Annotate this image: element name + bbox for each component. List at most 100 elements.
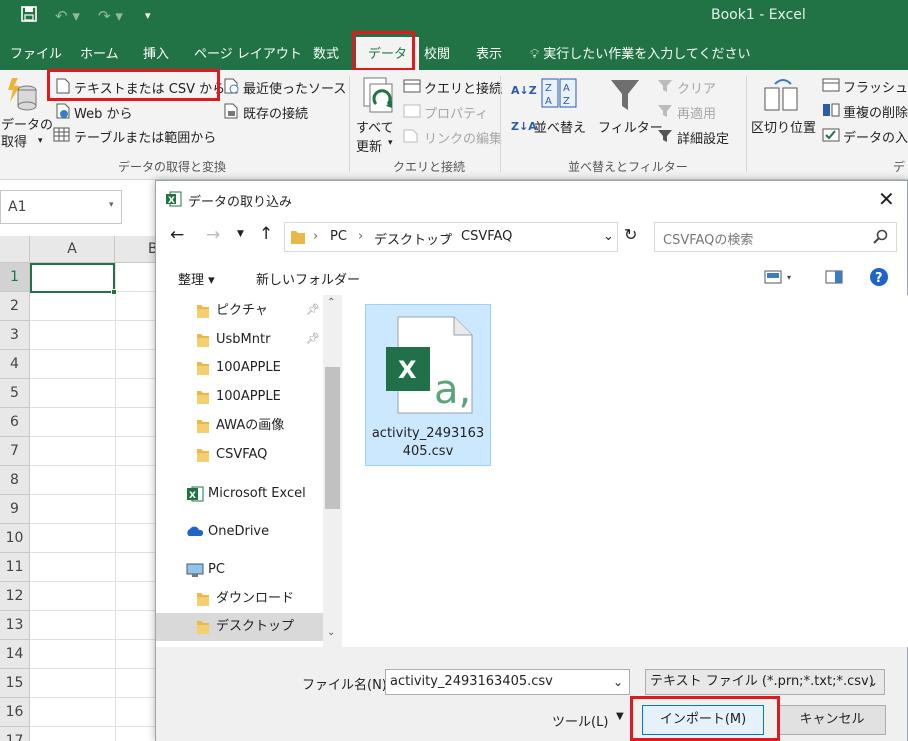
nav-item[interactable]: X Microsoft Excel	[156, 480, 323, 508]
filetype-dropdown-icon[interactable]: ⌄	[868, 670, 878, 694]
sort-ascending-button[interactable]: A↓Z	[511, 84, 537, 97]
row-header[interactable]: 2	[0, 292, 30, 321]
tell-me-box[interactable]: 💡︎ 実行したい作業を入力してください	[530, 43, 750, 62]
remove-duplicates-button[interactable]: 重複の削除	[843, 102, 908, 121]
row-header[interactable]: 8	[0, 466, 30, 495]
row-header[interactable]: 16	[0, 698, 30, 727]
get-data-button[interactable]: データの 取得	[1, 117, 53, 151]
reapply-button[interactable]: 再適用	[677, 103, 716, 122]
tab-file[interactable]: ファイル	[10, 43, 62, 62]
row-header[interactable]: 17	[0, 727, 30, 741]
nav-item[interactable]: ダウンロード	[156, 585, 323, 613]
clear-button[interactable]: クリア	[677, 78, 716, 97]
row-header[interactable]: 9	[0, 495, 30, 524]
scroll-down-icon[interactable]: ⌄	[327, 627, 335, 638]
scroll-up-icon[interactable]: ⌃	[327, 297, 335, 308]
row-header[interactable]: 15	[0, 669, 30, 698]
close-icon[interactable]: ✕	[878, 187, 895, 211]
row-header[interactable]: 7	[0, 437, 30, 466]
nav-item[interactable]: OneDrive	[156, 518, 323, 546]
fill-handle[interactable]	[111, 289, 117, 295]
edit-links-button[interactable]: リンクの編集	[424, 128, 502, 147]
row-header[interactable]: 5	[0, 379, 30, 408]
sort-descending-button[interactable]: Z↓A	[511, 120, 537, 133]
customize-quick-access-icon[interactable]: ▾	[145, 5, 151, 27]
recent-locations-chevron-icon[interactable]: ▼	[237, 229, 244, 239]
up-arrow-icon[interactable]: ↑	[259, 224, 273, 244]
row-header[interactable]: 6	[0, 408, 30, 437]
from-table-range-button[interactable]: テーブルまたは範囲から	[74, 127, 216, 146]
refresh-all-dropdown-icon[interactable]: ▾	[388, 138, 393, 148]
address-dropdown-icon[interactable]: ⌄	[603, 229, 614, 244]
nav-item[interactable]: デスクトップ	[156, 613, 323, 641]
redo-icon[interactable]: ↷ ▾	[98, 5, 123, 27]
tab-formulas[interactable]: 数式	[313, 43, 339, 62]
column-header-a[interactable]: A	[30, 236, 115, 263]
select-all-corner[interactable]	[0, 236, 30, 263]
queries-connections-button[interactable]: クエリと接続	[424, 78, 502, 97]
breadcrumb-csvfaq[interactable]: CSVFAQ	[461, 229, 512, 244]
view-options-icon[interactable]: ▾	[764, 270, 794, 288]
tools-button[interactable]: ツール(L)	[552, 711, 608, 730]
existing-connections-button[interactable]: 既存の接続	[243, 103, 308, 122]
undo-icon[interactable]: ↶ ▾	[55, 5, 80, 27]
recent-sources-button[interactable]: 最近使ったソース	[243, 78, 346, 97]
pin-icon[interactable]: 📌︎	[306, 303, 320, 316]
row-header[interactable]: 10	[0, 524, 30, 553]
back-arrow-icon[interactable]: ←	[170, 225, 184, 245]
organize-button[interactable]: 整理 ▾	[178, 269, 215, 288]
pin-icon[interactable]: 📌︎	[306, 332, 320, 345]
search-input[interactable]: CSVFAQの検索	[663, 229, 753, 248]
row-header[interactable]: 4	[0, 350, 30, 379]
row-header[interactable]: 1	[0, 263, 30, 292]
sort-button[interactable]: 並べ替え	[534, 117, 586, 136]
tools-dropdown-icon[interactable]: ▼	[616, 711, 624, 722]
row-header[interactable]: 14	[0, 640, 30, 669]
name-box[interactable]: A1 ▾	[0, 190, 122, 224]
flash-fill-button[interactable]: フラッシュ フ	[843, 77, 908, 96]
nav-scrollbar[interactable]: ⌃ ⌄	[323, 295, 342, 647]
from-web-button[interactable]: Web から	[74, 103, 132, 122]
tab-insert[interactable]: 挿入	[143, 43, 169, 62]
tab-view[interactable]: 表示	[476, 43, 502, 62]
scroll-thumb[interactable]	[325, 367, 340, 509]
breadcrumb-pc[interactable]: PC	[330, 229, 347, 244]
file-item[interactable]: X a, activity_2493163 405.csv	[365, 304, 491, 466]
refresh-icon[interactable]: ↻	[624, 225, 637, 244]
advanced-button[interactable]: 詳細設定	[677, 128, 729, 147]
nav-item[interactable]: UsbMntr 📌︎	[156, 326, 323, 354]
tab-review[interactable]: 校閲	[424, 43, 450, 62]
filetype-select[interactable]: テキスト ファイル (*.prn;*.txt;*.csv) ⌄	[645, 669, 885, 695]
filter-button[interactable]: フィルター	[598, 117, 663, 136]
data-validation-button[interactable]: データの入力	[843, 127, 908, 146]
nav-item[interactable]: 100APPLE	[156, 354, 323, 382]
cancel-button[interactable]: キャンセル	[778, 705, 886, 735]
nav-item[interactable]: CSVFAQ	[156, 441, 323, 469]
properties-button[interactable]: プロパティ	[424, 103, 488, 122]
preview-pane-icon[interactable]	[825, 270, 843, 288]
address-bar[interactable]: › PC › デスクトップ › CSVFAQ ⌄	[284, 222, 618, 252]
row-header[interactable]: 13	[0, 611, 30, 640]
filename-dropdown-icon[interactable]: ⌄	[613, 670, 623, 694]
row-header[interactable]: 12	[0, 582, 30, 611]
column-header-b[interactable]: B	[115, 236, 160, 263]
save-icon[interactable]	[20, 5, 38, 27]
get-data-dropdown-icon[interactable]: ▾	[38, 136, 43, 146]
row-header[interactable]: 11	[0, 553, 30, 582]
nav-item[interactable]: PC	[156, 556, 323, 584]
new-folder-button[interactable]: 新しいフォルダー	[256, 269, 360, 288]
nav-item[interactable]: AWAの画像	[156, 412, 323, 440]
search-box[interactable]: CSVFAQの検索	[654, 222, 897, 252]
help-icon[interactable]: ?	[869, 267, 889, 291]
nav-item[interactable]: 100APPLE	[156, 383, 323, 411]
text-to-columns-button[interactable]: 区切り位置	[751, 117, 816, 136]
breadcrumb-desktop[interactable]: デスクトップ	[374, 229, 452, 248]
name-box-dropdown-icon[interactable]: ▾	[109, 200, 114, 210]
row-header[interactable]: 3	[0, 321, 30, 350]
forward-arrow-icon[interactable]: →	[206, 225, 220, 245]
nav-item[interactable]: ピクチャ 📌︎	[156, 297, 323, 325]
search-icon[interactable]	[873, 229, 889, 249]
filename-input[interactable]: activity_2493163405.csv ⌄	[385, 669, 630, 695]
active-cell-a1[interactable]	[30, 263, 115, 293]
tab-home[interactable]: ホーム	[80, 43, 119, 62]
